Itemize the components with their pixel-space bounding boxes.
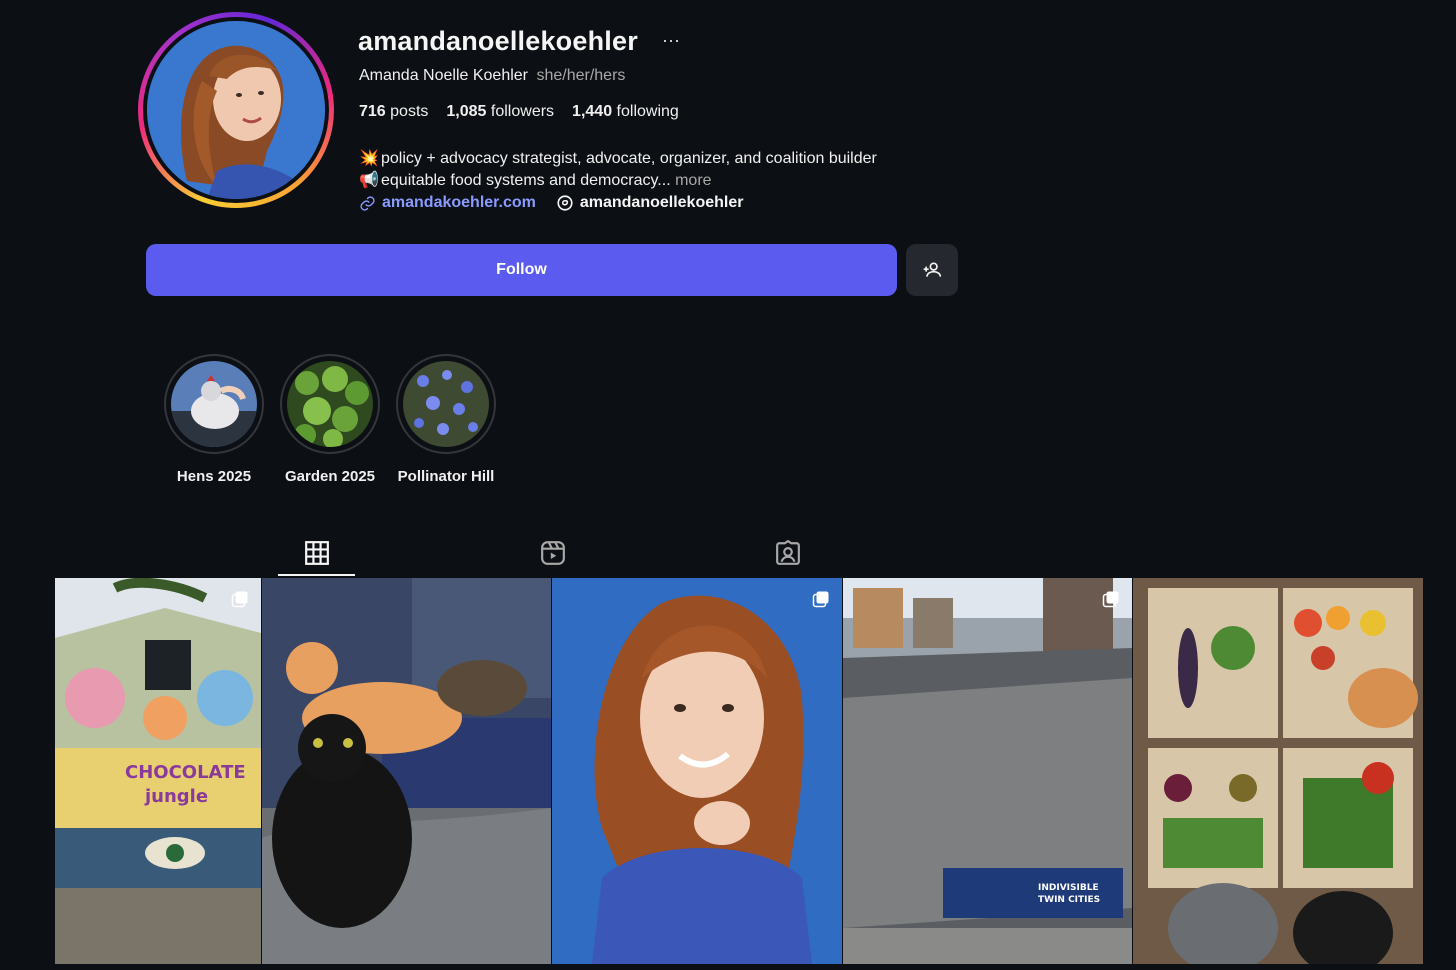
- posts-count: 716 posts: [359, 103, 428, 121]
- tab-posts[interactable]: [278, 530, 356, 576]
- tagged-icon: [776, 540, 800, 565]
- garden-photo-icon: [287, 361, 373, 447]
- profile-name-row: Amanda Noelle Koehler she/her/hers: [359, 67, 625, 85]
- profile-stats: 716 posts 1,085 followers 1,440 followin…: [359, 103, 679, 121]
- explosion-icon: 💥: [359, 150, 379, 167]
- highlight-garden-2025[interactable]: Garden 2025: [280, 354, 380, 485]
- bio-line-2-text: equitable food systems and democracy...: [381, 172, 671, 189]
- garden-illustration: [287, 361, 373, 447]
- highlight-ring: [164, 354, 264, 454]
- profile-bio: 💥 policy + advocacy strategist, advocate,…: [359, 148, 877, 192]
- post-vegetables[interactable]: [1133, 578, 1423, 964]
- profile-pronouns: she/her/hers: [536, 67, 626, 84]
- bio-more-link[interactable]: more: [675, 172, 711, 189]
- avatar: [147, 21, 325, 199]
- posts-count-value: 716: [359, 103, 386, 120]
- mural-house-photo: CHOCOLATE jungle: [55, 578, 261, 964]
- post-portrait[interactable]: [552, 578, 842, 964]
- flowers-photo-icon: [403, 361, 489, 447]
- highlight-ring: [280, 354, 380, 454]
- threads-link-text: amandanoellekoehler: [579, 194, 744, 211]
- highlight-label: Pollinator Hill: [397, 468, 495, 485]
- followers-count-label: followers: [490, 103, 555, 120]
- multi-photo-icon: [812, 591, 829, 608]
- highlight-hens-2025[interactable]: Hens 2025: [164, 354, 264, 485]
- link-icon: [360, 195, 375, 211]
- following-count-value: 1,440: [572, 103, 613, 120]
- following-link[interactable]: 1,440 following: [572, 103, 679, 121]
- portrait-photo: [552, 578, 842, 964]
- more-options-icon[interactable]: ···: [662, 30, 680, 51]
- bio-line-2: 📢 equitable food systems and democracy...…: [359, 170, 877, 192]
- megaphone-icon: 📢: [359, 172, 379, 189]
- highlight-label: Garden 2025: [284, 468, 376, 485]
- suggested-accounts-button[interactable]: [906, 244, 958, 296]
- bio-line-1: 💥 policy + advocacy strategist, advocate,…: [359, 148, 877, 170]
- reels-icon: [541, 541, 565, 565]
- avatar-portrait-illustration: [147, 21, 325, 199]
- profile-username: amandanoellekoehler: [358, 26, 638, 56]
- followers-link[interactable]: 1,085 followers: [446, 103, 554, 121]
- tab-active-indicator: [278, 574, 355, 576]
- add-person-icon: [923, 262, 942, 277]
- followers-count-value: 1,085: [446, 103, 487, 120]
- march-crowd-photo: INDIVISIBLE TWIN CITIES: [843, 578, 1132, 964]
- posts-count-label: posts: [390, 103, 429, 120]
- following-count-label: following: [616, 103, 679, 120]
- threads-link[interactable]: amandanoellekoehler: [556, 194, 744, 212]
- profile-full-name: Amanda Noelle Koehler: [359, 67, 528, 84]
- profile-avatar-ring[interactable]: [138, 12, 334, 208]
- multi-photo-icon: [1102, 591, 1119, 608]
- highlight-label: Hens 2025: [176, 468, 252, 485]
- cats-photo: [262, 578, 551, 964]
- follow-button[interactable]: Follow: [146, 244, 897, 296]
- banner-text-1: INDIVISIBLE: [1038, 883, 1099, 893]
- post-cats[interactable]: [262, 578, 551, 964]
- post-march[interactable]: INDIVISIBLE TWIN CITIES: [843, 578, 1132, 964]
- flowers-illustration: [403, 361, 489, 447]
- post-chocolate-jungle[interactable]: CHOCOLATE jungle: [55, 578, 261, 964]
- hen-photo-icon: [171, 361, 257, 447]
- threads-icon: [557, 195, 573, 211]
- bio-line-1-text: policy + advocacy strategist, advocate, …: [381, 150, 877, 167]
- profile-links: amandakoehler.com amandanoellekoehler: [359, 194, 743, 212]
- multi-photo-icon: [231, 591, 248, 608]
- mural-sign-text-1: CHOCOLATE: [125, 762, 246, 783]
- highlight-ring: [396, 354, 496, 454]
- tab-tagged[interactable]: [749, 530, 827, 576]
- highlight-pollinator-hill[interactable]: Pollinator Hill: [396, 354, 496, 485]
- website-link[interactable]: amandakoehler.com: [359, 194, 536, 212]
- vegetable-boxes-photo: [1133, 578, 1423, 964]
- mural-sign-text-2: jungle: [144, 786, 208, 807]
- banner-text-2: TWIN CITIES: [1038, 895, 1100, 905]
- avatar-gap: [143, 17, 329, 203]
- hen-illustration: [171, 361, 257, 447]
- website-link-text: amandakoehler.com: [382, 194, 536, 211]
- tab-reels[interactable]: [514, 530, 592, 576]
- grid-icon: [305, 541, 329, 565]
